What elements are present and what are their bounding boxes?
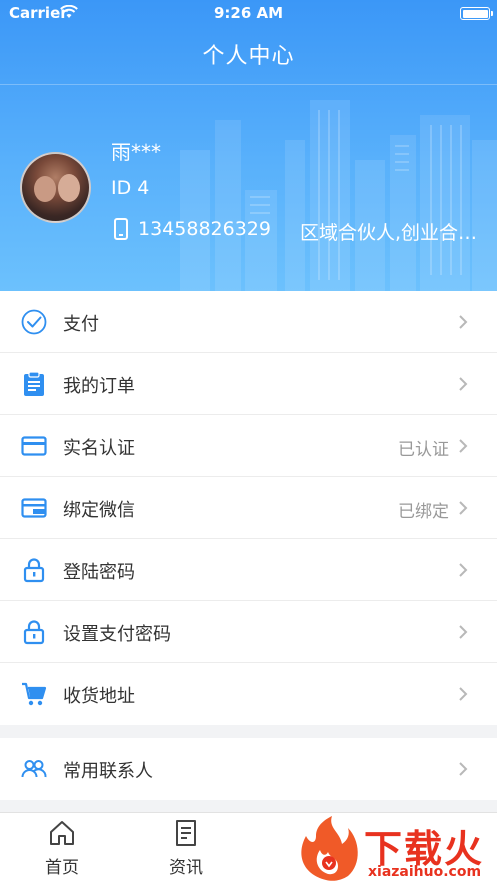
contacts-icon [21, 760, 47, 778]
menu-item-frequent-contacts[interactable]: 常用联系人 [0, 738, 497, 800]
profile-header: Carrier 9:26 AM 个人中心 雨*** ID 4 134588263… [0, 0, 497, 291]
menu-item-payment-password[interactable]: 设置支付密码 [0, 601, 497, 663]
menu-item-real-name-verification[interactable]: 实名认证 已认证 [0, 415, 497, 477]
status-time: 9:26 AM [213, 4, 284, 22]
tab-home[interactable]: 首页 [0, 813, 124, 883]
menu-item-login-password[interactable]: 登陆密码 [0, 539, 497, 601]
menu-item-label: 收货地址 [63, 686, 135, 707]
chevron-right-icon [459, 439, 468, 453]
battery-icon [460, 7, 493, 20]
menu-item-label: 登陆密码 [63, 562, 135, 583]
phone-icon [114, 218, 128, 240]
title-divider [0, 84, 497, 85]
menu-item-label: 设置支付密码 [63, 624, 171, 645]
chevron-right-icon [459, 315, 468, 329]
cart-icon [22, 682, 47, 706]
clipboard-icon [24, 371, 44, 396]
settings-menu: 支付 我的订单 实名认证 已认证 绑定微信 已绑定 登陆密码 设置支付密码 收货… [0, 291, 497, 725]
menu-item-label: 我的订单 [63, 376, 135, 397]
user-roles: 区域合伙人,创业合伙人 [300, 222, 490, 244]
user-phone: 13458826329 [138, 218, 271, 240]
menu-item-payment[interactable]: 支付 [0, 291, 497, 353]
avatar[interactable] [20, 152, 91, 223]
contacts-menu: 常用联系人 [0, 738, 497, 800]
lock-icon [23, 620, 45, 645]
user-name: 雨*** [111, 140, 161, 164]
menu-item-label: 支付 [63, 314, 99, 335]
chevron-right-icon [459, 563, 468, 577]
user-id: ID 4 [111, 177, 150, 199]
menu-item-bind-wechat[interactable]: 绑定微信 已绑定 [0, 477, 497, 539]
wechat-bind-status: 已绑定 [398, 502, 449, 522]
watermark-url: xiazaihuo.com [368, 864, 482, 880]
wallet-icon [21, 498, 47, 518]
chevron-right-icon [459, 687, 468, 701]
verification-status: 已认证 [398, 440, 449, 460]
tab-news[interactable]: 资讯 [124, 813, 248, 883]
menu-item-shipping-address[interactable]: 收货地址 [0, 663, 497, 725]
chevron-right-icon [459, 501, 468, 515]
menu-item-label: 绑定微信 [63, 500, 135, 521]
menu-item-orders[interactable]: 我的订单 [0, 353, 497, 415]
check-circle-icon [21, 309, 47, 335]
tab-label: 资讯 [169, 858, 203, 878]
status-bar: Carrier 9:26 AM [0, 0, 497, 26]
chevron-right-icon [459, 625, 468, 639]
menu-item-label: 实名认证 [63, 438, 135, 459]
document-icon [176, 820, 196, 846]
chevron-right-icon [459, 377, 468, 391]
card-icon [21, 436, 47, 456]
home-icon [50, 821, 74, 845]
tab-label: 首页 [45, 858, 79, 878]
lock-icon [23, 558, 45, 583]
chevron-right-icon [459, 762, 468, 776]
page-title: 个人中心 [202, 44, 295, 69]
menu-item-label: 常用联系人 [63, 761, 153, 782]
